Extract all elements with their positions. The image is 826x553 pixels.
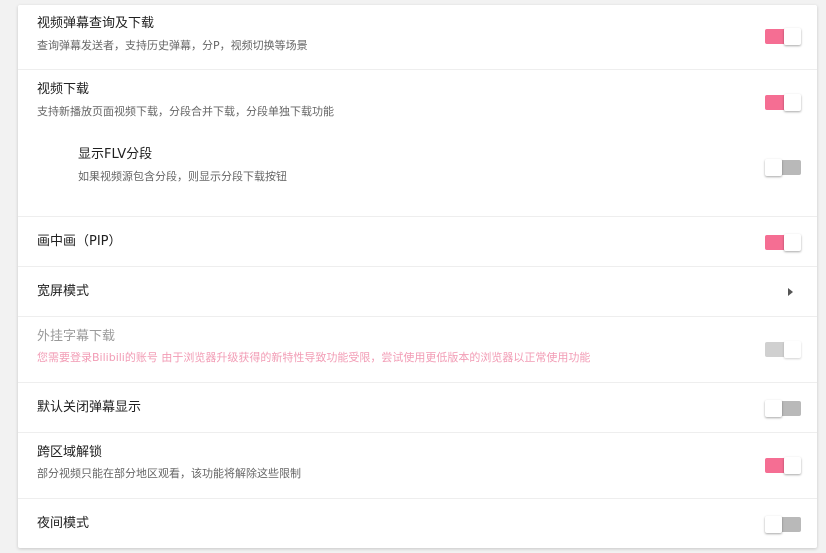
video-download-toggle[interactable] bbox=[765, 94, 801, 111]
setting-group-video-download: 视频下载 支持新播放页面视频下载，分段合并下载，分段单独下载功能 显示FLV分段… bbox=[18, 70, 817, 217]
default-danmaku-off-toggle[interactable] bbox=[765, 400, 801, 417]
show-flv-segments-toggle[interactable] bbox=[765, 159, 801, 176]
setting-title: 视频弹幕查询及下载 bbox=[37, 16, 155, 31]
setting-row-widescreen[interactable]: 宽屏模式 bbox=[18, 267, 817, 317]
setting-title: 外挂字幕下载 bbox=[37, 329, 116, 344]
setting-row-default-danmaku-off: 默认关闭弹幕显示 bbox=[18, 383, 817, 433]
toggle-knob bbox=[765, 159, 782, 176]
setting-row-subtitle-download: 外挂字幕下载 您需要登录Bilibili的账号 由于浏览器升级获得的新特性导致功… bbox=[18, 317, 817, 383]
toggle-knob bbox=[784, 28, 801, 45]
toggle-knob bbox=[784, 341, 801, 358]
region-unlock-toggle[interactable] bbox=[765, 457, 801, 474]
danmaku-query-toggle[interactable] bbox=[765, 28, 801, 45]
toggle-knob bbox=[765, 516, 782, 533]
setting-description: 如果视频源包含分段，则显示分段下载按钮 bbox=[78, 170, 287, 183]
setting-title: 宽屏模式 bbox=[37, 284, 90, 299]
toggle-knob bbox=[784, 94, 801, 111]
night-mode-toggle[interactable] bbox=[765, 516, 801, 533]
setting-row-region-unlock: 跨区域解锁 部分视频只能在部分地区观看，该功能将解除这些限制 bbox=[18, 433, 817, 499]
setting-row-danmaku-query: 视频弹幕查询及下载 查询弹幕发送者，支持历史弹幕，分P，视频切换等场景 bbox=[18, 5, 817, 70]
setting-description: 查询弹幕发送者，支持历史弹幕，分P，视频切换等场景 bbox=[37, 39, 308, 52]
setting-title: 视频下载 bbox=[37, 82, 90, 97]
setting-description: 支持新播放页面视频下载，分段合并下载，分段单独下载功能 bbox=[37, 105, 334, 118]
setting-row-pip: 画中画（PIP） bbox=[18, 217, 817, 267]
toggle-knob bbox=[765, 400, 782, 417]
setting-title: 画中画（PIP） bbox=[37, 234, 122, 249]
chevron-right-icon[interactable] bbox=[788, 288, 793, 296]
setting-warning: 您需要登录Bilibili的账号 由于浏览器升级获得的新特性导致功能受限，尝试使… bbox=[37, 351, 591, 364]
setting-description: 部分视频只能在部分地区观看，该功能将解除这些限制 bbox=[37, 467, 301, 480]
subtitle-download-toggle bbox=[765, 341, 801, 358]
setting-title: 跨区域解锁 bbox=[37, 445, 103, 460]
settings-panel: 视频弹幕查询及下载 查询弹幕发送者，支持历史弹幕，分P，视频切换等场景 视频下载… bbox=[18, 5, 817, 548]
pip-toggle[interactable] bbox=[765, 234, 801, 251]
setting-title: 默认关闭弹幕显示 bbox=[37, 400, 142, 415]
toggle-knob bbox=[784, 457, 801, 474]
setting-title: 显示FLV分段 bbox=[78, 147, 153, 162]
toggle-knob bbox=[784, 234, 801, 251]
setting-title: 夜间模式 bbox=[37, 516, 90, 531]
setting-row-night-mode: 夜间模式 bbox=[18, 499, 817, 548]
